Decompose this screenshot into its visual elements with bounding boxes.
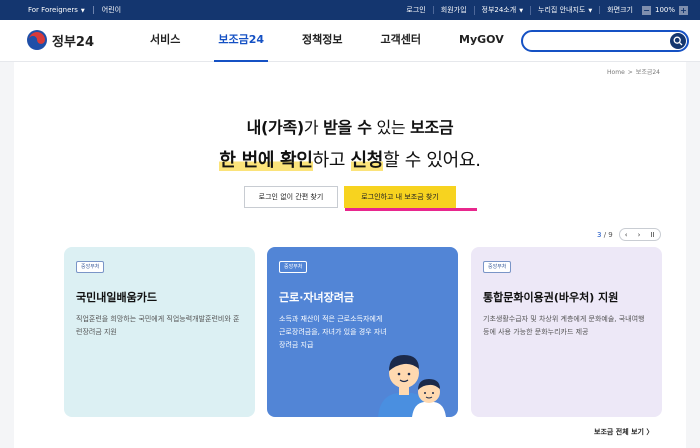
caret-down-icon: ▼ (80, 8, 85, 14)
utility-left: For Foreigners ▼ 어린이 (28, 0, 121, 20)
nav-mygov[interactable]: MyGOV (459, 20, 504, 62)
prev-icon[interactable]: ‹ (625, 231, 628, 239)
breadcrumb: Home > 보조금24 (607, 67, 660, 76)
caret-down-icon: ▼ (588, 7, 593, 14)
nav-subsidy24[interactable]: 보조금24 (214, 20, 268, 62)
hero-text: 받을 수 (323, 118, 372, 137)
search-box (521, 30, 689, 52)
utility-bar: For Foreigners ▼ 어린이 로그인 회원가입 정부24소개 ▼ 누리집… (0, 0, 700, 20)
hero-text: 하고 (312, 150, 351, 171)
hero-buttons: 로그인 없이 간편 찾기 로그인하고 내 보조금 찾기 (14, 186, 686, 208)
breadcrumb-current: 보조금24 (635, 69, 660, 76)
search-input[interactable] (531, 34, 661, 48)
subsidy-card[interactable]: 중앙부처 근로·자녀장려금 소득과 재산이 적은 근로소득자에게 근로장려금을,… (267, 247, 458, 417)
caret-down-icon: ▼ (519, 7, 524, 14)
sitemap-link[interactable]: 누리집 안내지도 ▼ (530, 5, 599, 15)
taegeuk-emblem-icon (27, 30, 47, 50)
zoom-value: 100% (654, 6, 675, 14)
hero-heading: 내(가족)가 받을 수 있는 보조금 한 번에 확인하고 신청할 수 있어요. (14, 114, 686, 172)
hero-highlight: 신청 (350, 150, 384, 171)
pause-icon[interactable]: II (651, 231, 655, 239)
logo-text: 정부24 (52, 34, 95, 50)
pager-total: / 9 (603, 230, 613, 239)
agency-tag: 중앙부처 (279, 261, 308, 273)
hero-text: 내(가족) (246, 118, 305, 137)
site-logo[interactable]: 정부24 (27, 30, 94, 50)
card-description: 기초생활수급자 및 차상위 계층에게 문화예술, 국내여행 등에 사용 가능한 … (483, 315, 645, 336)
search-icon (673, 36, 683, 46)
about-link[interactable]: 정부24소개 ▼ (473, 5, 531, 15)
card-title: 국민내일배움카드 (76, 291, 157, 304)
parent-child-illustration-icon (378, 355, 446, 417)
kids-link[interactable]: 어린이 (102, 5, 121, 15)
card-title: 통합문화이용권(바우처) 지원 (483, 291, 619, 304)
main-content: Home > 보조금24 내(가족)가 받을 수 있는 보조금 한 번에 확인하고 … (14, 62, 686, 448)
carousel-controls: ‹ › II (618, 228, 661, 241)
chevron-right-icon: > (627, 69, 633, 76)
nav-services[interactable]: 서비스 (150, 20, 180, 62)
subsidy-card[interactable]: 중앙부처 통합문화이용권(바우처) 지원 기초생활수급자 및 차상위 계층에게 … (471, 247, 662, 417)
hero-line-1: 내(가족)가 받을 수 있는 보조금 (14, 114, 686, 138)
login-search-button[interactable]: 로그인하고 내 보조금 찾기 (344, 186, 456, 208)
hero-text: 가 (303, 118, 324, 137)
for-foreigners-label: For Foreigners (28, 6, 78, 14)
hero-highlight: 한 번에 확인 (219, 150, 313, 171)
sitemap-label: 누리집 안내지도 (538, 5, 586, 14)
login-link[interactable]: 로그인 (399, 6, 432, 14)
for-foreigners-link[interactable]: For Foreigners ▼ (28, 6, 85, 14)
highlight-underline (345, 208, 477, 211)
zoom-in-button[interactable]: + (679, 5, 688, 15)
utility-right: 로그인 회원가입 정부24소개 ▼ 누리집 안내지도 ▼ 화면크기 − 100% + (399, 0, 688, 20)
subsidy-card[interactable]: 중앙부처 국민내일배움카드 직업훈련을 희망하는 국민에게 직업능력개발훈련비와… (64, 247, 255, 417)
breadcrumb-home[interactable]: Home (607, 69, 625, 76)
agency-tag: 중앙부처 (483, 261, 512, 273)
hero-text: 있는 (371, 118, 411, 137)
view-all-subsidies-link[interactable]: 보조금 전체 보기 〉 (594, 427, 653, 437)
nav-policy-info[interactable]: 정책정보 (302, 20, 342, 62)
zoom-out-button[interactable]: − (641, 5, 651, 15)
search-button[interactable] (670, 33, 686, 49)
card-title: 근로·자녀장려금 (279, 291, 355, 304)
hero-text: 할 수 있어요. (383, 150, 481, 171)
main-nav: 서비스 보조금24 정책정보 고객센터 MyGOV (150, 20, 542, 62)
card-description: 직업훈련을 희망하는 국민에게 직업능력개발훈련비와 훈련장려금 지원 (76, 315, 240, 336)
nav-customer-center[interactable]: 고객센터 (381, 20, 421, 62)
signup-link[interactable]: 회원가입 (432, 6, 474, 14)
next-icon[interactable]: › (638, 231, 641, 239)
carousel-pager: 3 / 9 ‹ › II (597, 228, 661, 241)
font-size-label: 화면크기 (599, 6, 640, 14)
hero-line-2: 한 번에 확인하고 신청할 수 있어요. (14, 146, 686, 172)
divider (92, 6, 94, 14)
pager-current: 3 (597, 230, 602, 239)
about-label: 정부24소개 (481, 5, 517, 14)
hero-text: 보조금 (410, 118, 454, 137)
main-header: 정부24 서비스 보조금24 정책정보 고객센터 MyGOV (0, 20, 700, 62)
agency-tag: 중앙부처 (76, 261, 105, 273)
zoom-control: − 100% + (641, 5, 688, 15)
guest-search-button[interactable]: 로그인 없이 간편 찾기 (244, 186, 338, 208)
